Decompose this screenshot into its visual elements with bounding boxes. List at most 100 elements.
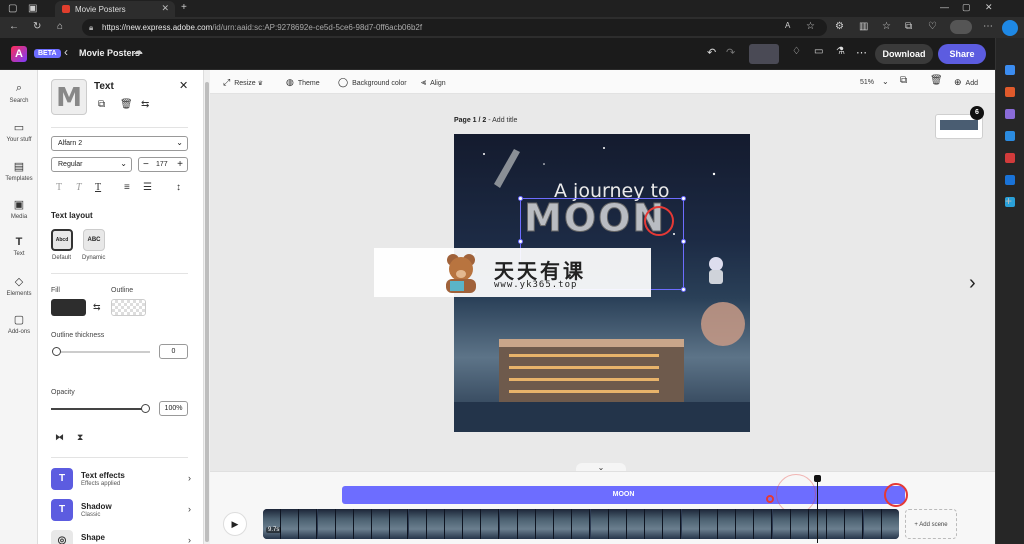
refresh-icon[interactable]: ↻: [33, 21, 41, 32]
text-clip-bar[interactable]: MOON: [342, 486, 905, 504]
comment-icon[interactable]: ▭: [814, 46, 823, 57]
url-field[interactable]: 🔒︎ https://new.express.adobe.com/id/urn:…: [82, 19, 827, 36]
flip-horizontal-icon[interactable]: ⧓: [55, 432, 64, 443]
favorites-bar-icon[interactable]: ☆: [882, 21, 891, 32]
rail-search[interactable]: ⌕ Search: [0, 82, 38, 104]
arrange-icon[interactable]: ⇆: [141, 99, 149, 110]
next-page-chevron-icon[interactable]: ›: [969, 272, 976, 295]
scrollbar-thumb[interactable]: [205, 82, 209, 542]
share-button[interactable]: Share: [938, 44, 986, 64]
clip-trim-marker[interactable]: [766, 495, 774, 503]
text-style-underline-icon[interactable]: T: [95, 182, 101, 193]
resize-handle[interactable]: [518, 239, 523, 244]
lab-icon[interactable]: ⚗: [836, 46, 845, 57]
font-weight-select[interactable]: Regular ⌄: [51, 157, 132, 172]
shopping-icon[interactable]: [1005, 87, 1015, 97]
games-icon[interactable]: [1005, 131, 1015, 141]
delete-icon[interactable]: 🗑︎: [120, 99, 133, 110]
split-screen-icon[interactable]: ▥: [859, 21, 868, 32]
rail-media[interactable]: ▣ Media: [0, 198, 38, 220]
more-options-icon[interactable]: ⋯: [856, 46, 867, 59]
background-color-button[interactable]: ◯ Background color: [338, 77, 407, 88]
office-icon[interactable]: [1005, 153, 1015, 163]
close-panel-icon[interactable]: ✕: [179, 79, 188, 92]
add-title-link[interactable]: - Add title: [486, 117, 517, 124]
back-icon[interactable]: ←: [9, 21, 19, 32]
download-button[interactable]: Download: [875, 44, 933, 64]
font-size-stepper[interactable]: − 177 +: [138, 157, 188, 172]
playhead-handle[interactable]: [814, 475, 821, 482]
align-center-icon[interactable]: ≡: [124, 182, 130, 193]
browser-essentials-icon[interactable]: ♡: [928, 21, 937, 32]
workspaces-icon[interactable]: ▢: [8, 3, 17, 14]
rail-add-ons[interactable]: ▢ Add-ons: [0, 313, 38, 335]
resize-handle[interactable]: [681, 239, 686, 244]
page-duplicate-icon[interactable]: ⧉: [900, 75, 907, 86]
close-window-icon[interactable]: ✕: [985, 2, 993, 13]
extensions-icon[interactable]: ⚙: [835, 21, 844, 32]
read-aloud-icon[interactable]: A: [785, 21, 790, 30]
resize-handle[interactable]: [681, 196, 686, 201]
layout-default-option[interactable]: Abcd: [51, 229, 73, 251]
outline-thickness-slider[interactable]: [52, 347, 61, 356]
maximize-icon[interactable]: ▢: [962, 2, 971, 13]
undo-icon[interactable]: ↶: [707, 46, 716, 59]
favorite-icon[interactable]: ☆: [806, 21, 815, 32]
playhead[interactable]: [814, 475, 821, 543]
back-chevron-icon[interactable]: ‹: [64, 45, 68, 59]
tools-icon[interactable]: [1005, 109, 1015, 119]
tab-actions-icon[interactable]: ▣: [28, 3, 37, 14]
rail-elements[interactable]: ◇ Elements: [0, 275, 38, 297]
close-tab-icon[interactable]: ✕: [161, 3, 169, 14]
shadow-row[interactable]: T Shadow Classic ›: [51, 499, 191, 523]
outline-thickness-input[interactable]: 0: [159, 344, 188, 359]
flip-vertical-icon[interactable]: ⧗: [77, 432, 83, 443]
list-icon[interactable]: ☰: [143, 182, 152, 193]
minimize-icon[interactable]: —: [940, 2, 949, 12]
collaborator-avatar[interactable]: [749, 44, 779, 64]
opacity-slider[interactable]: [141, 404, 150, 413]
home-icon[interactable]: ⌂: [57, 21, 63, 32]
swap-colors-icon[interactable]: ⇆: [93, 302, 101, 313]
decrease-size-icon[interactable]: −: [143, 159, 149, 170]
font-family-select[interactable]: Alfarn 2 ⌄: [51, 136, 188, 151]
play-button[interactable]: ▶: [223, 512, 247, 536]
add-scene-button[interactable]: + Add scene: [905, 509, 957, 539]
collections-icon[interactable]: ⧉: [905, 21, 912, 32]
clip-end-handle-ring[interactable]: [884, 483, 908, 507]
rail-templates[interactable]: ▤ Templates: [0, 160, 38, 182]
new-tab-icon[interactable]: +: [181, 2, 187, 13]
line-spacing-icon[interactable]: ↕: [176, 182, 181, 193]
text-style-italic-icon[interactable]: T: [76, 182, 82, 193]
opacity-input[interactable]: 100%: [159, 401, 188, 416]
browser-tab[interactable]: Movie Posters ✕: [55, 1, 175, 17]
video-filmstrip[interactable]: 9.7s: [263, 509, 899, 539]
delete-page-icon[interactable]: 🗑︎: [930, 75, 943, 86]
increase-size-icon[interactable]: +: [177, 159, 183, 170]
resize-handle[interactable]: [681, 287, 686, 292]
zoom-select[interactable]: 51% ⌄: [860, 77, 889, 86]
redo-icon[interactable]: ↷: [726, 46, 735, 59]
rail-text[interactable]: T Text: [0, 236, 38, 257]
profile-avatar[interactable]: [950, 20, 972, 34]
text-effects-row[interactable]: T Text effects Effects applied ›: [51, 468, 191, 492]
rail-your-stuff[interactable]: ▭ Your stuff: [0, 121, 38, 143]
resize-handle[interactable]: [518, 196, 523, 201]
document-title[interactable]: Movie Posters: [79, 48, 140, 58]
add-page-button[interactable]: ⊕ Add: [954, 77, 978, 88]
font-size-value[interactable]: 177: [156, 161, 168, 168]
outline-color-swatch[interactable]: [111, 299, 146, 316]
copilot-icon[interactable]: [1002, 20, 1018, 36]
lightbulb-icon[interactable]: ♢: [792, 46, 801, 57]
shape-row[interactable]: ◎ Shape ›: [51, 530, 191, 544]
align-button[interactable]: ⫷ Align: [421, 77, 446, 88]
layout-dynamic-option[interactable]: ABC: [83, 229, 105, 251]
theme-button[interactable]: ◍ Theme: [286, 77, 320, 88]
resize-button[interactable]: ⤢ Resize ♛: [223, 77, 263, 88]
add-sidebar-app-icon[interactable]: +: [1005, 194, 1012, 208]
fill-color-swatch[interactable]: [51, 299, 86, 316]
outlook-icon[interactable]: [1005, 175, 1015, 185]
duplicate-icon[interactable]: ⧉: [98, 99, 105, 110]
search-sidebar-icon[interactable]: [1005, 65, 1015, 75]
more-menu-icon[interactable]: ⋯: [983, 21, 993, 32]
